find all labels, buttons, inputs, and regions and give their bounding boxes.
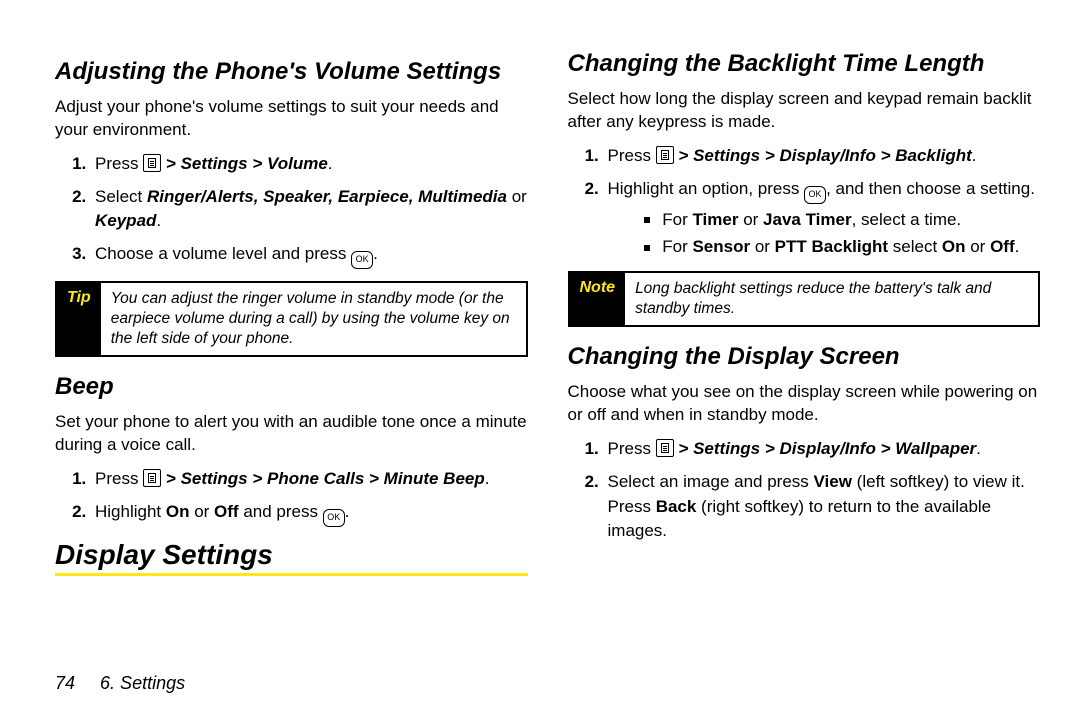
period: . — [976, 439, 981, 458]
sub-timer: For Timer or Java Timer, select a time. — [644, 208, 1041, 232]
sublist-backlight: For Timer or Java Timer, select a time. … — [608, 208, 1041, 260]
opt-on: On — [942, 237, 966, 256]
section-label: 6. Settings — [100, 673, 185, 693]
option-on: On — [166, 502, 190, 521]
tip-label: Tip — [57, 283, 101, 355]
page-columns: Adjusting the Phone's Volume Settings Ad… — [55, 50, 1040, 670]
text: Press — [608, 146, 656, 165]
ok-key-icon: OK — [351, 251, 373, 269]
list-beep-steps: Press > Settings > Phone Calls > Minute … — [55, 467, 528, 527]
step-beep-1: Press > Settings > Phone Calls > Minute … — [91, 467, 528, 492]
para-backlight-intro: Select how long the display screen and k… — [568, 88, 1041, 134]
text: Select — [95, 187, 147, 206]
period: . — [373, 244, 378, 263]
text: Select an image and press — [608, 472, 814, 491]
heading-beep: Beep — [55, 373, 528, 401]
step-volume-3: Choose a volume level and press OK. — [91, 242, 528, 269]
list-volume-steps: Press > Settings > Volume. Select Ringer… — [55, 152, 528, 269]
text: Press — [95, 469, 143, 488]
opt-off: Off — [990, 237, 1015, 256]
menu-key-icon — [656, 439, 674, 457]
menu-key-icon — [143, 154, 161, 172]
text: Choose a volume level and press — [95, 244, 351, 263]
options-bold: Ringer/Alerts, Speaker, Earpiece, Multim… — [147, 187, 507, 206]
text: or — [750, 237, 775, 256]
text: Press — [608, 439, 656, 458]
text: or — [189, 502, 214, 521]
period: . — [1015, 237, 1020, 256]
text: Highlight — [95, 502, 166, 521]
step-backlight-2: Highlight an option, press OK, and then … — [604, 177, 1041, 260]
opt-java-timer: Java Timer — [763, 210, 852, 229]
heading-volume-settings: Adjusting the Phone's Volume Settings — [55, 58, 528, 86]
nav-path: > Settings > Display/Info > Wallpaper — [678, 439, 976, 458]
text: or — [738, 210, 763, 229]
step-backlight-1: Press > Settings > Display/Info > Backli… — [604, 144, 1041, 169]
text: or — [966, 237, 991, 256]
list-display-steps: Press > Settings > Display/Info > Wallpa… — [568, 437, 1041, 544]
text: For — [662, 210, 692, 229]
period: . — [485, 469, 490, 488]
period: . — [328, 154, 333, 173]
opt-sensor: Sensor — [692, 237, 750, 256]
step-display-1: Press > Settings > Display/Info > Wallpa… — [604, 437, 1041, 462]
softkey-view: View — [814, 472, 852, 491]
nav-path: > Settings > Volume — [166, 154, 328, 173]
period: . — [345, 502, 350, 521]
softkey-back: Back — [656, 497, 697, 516]
sub-sensor: For Sensor or PTT Backlight select On or… — [644, 235, 1041, 259]
text: For — [662, 237, 692, 256]
note-label: Note — [570, 273, 626, 325]
tip-body: You can adjust the ringer volume in stan… — [101, 283, 526, 355]
text: or — [507, 187, 527, 206]
period: . — [972, 146, 977, 165]
text: and press — [239, 502, 323, 521]
menu-key-icon — [656, 146, 674, 164]
tip-box: Tip You can adjust the ringer volume in … — [55, 281, 528, 357]
para-volume-intro: Adjust your phone's volume settings to s… — [55, 96, 528, 142]
note-box: Note Long backlight settings reduce the … — [568, 271, 1041, 327]
nav-path: > Settings > Phone Calls > Minute Beep — [166, 469, 485, 488]
menu-key-icon — [143, 469, 161, 487]
opt-ptt: PTT Backlight — [775, 237, 888, 256]
para-beep-intro: Set your phone to alert you with an audi… — [55, 411, 528, 457]
heading-display-screen: Changing the Display Screen — [568, 343, 1041, 371]
step-volume-1: Press > Settings > Volume. — [91, 152, 528, 177]
option-keypad: Keypad — [95, 211, 156, 230]
nav-path: > Settings > Display/Info > Backlight — [678, 146, 971, 165]
step-volume-2: Select Ringer/Alerts, Speaker, Earpiece,… — [91, 185, 528, 234]
text: select — [888, 237, 942, 256]
step-beep-2: Highlight On or Off and press OK. — [91, 500, 528, 527]
note-body: Long backlight settings reduce the batte… — [625, 273, 1038, 325]
list-backlight-steps: Press > Settings > Display/Info > Backli… — [568, 144, 1041, 259]
ok-key-icon: OK — [804, 186, 826, 204]
text: Highlight an option, press — [608, 179, 805, 198]
text: , select a time. — [852, 210, 962, 229]
ok-key-icon: OK — [323, 509, 345, 527]
yellow-rule — [55, 573, 528, 576]
text: , and then choose a setting. — [826, 179, 1035, 198]
heading-backlight: Changing the Backlight Time Length — [568, 50, 1041, 78]
page-number: 74 — [55, 673, 75, 693]
page-footer: 74 6. Settings — [55, 673, 185, 694]
opt-timer: Timer — [692, 210, 738, 229]
para-display-intro: Choose what you see on the display scree… — [568, 381, 1041, 427]
option-off: Off — [214, 502, 239, 521]
heading-display-settings: Display Settings — [55, 539, 528, 571]
step-display-2: Select an image and press View (left sof… — [604, 470, 1041, 544]
text: Press — [95, 154, 143, 173]
period: . — [156, 211, 161, 230]
